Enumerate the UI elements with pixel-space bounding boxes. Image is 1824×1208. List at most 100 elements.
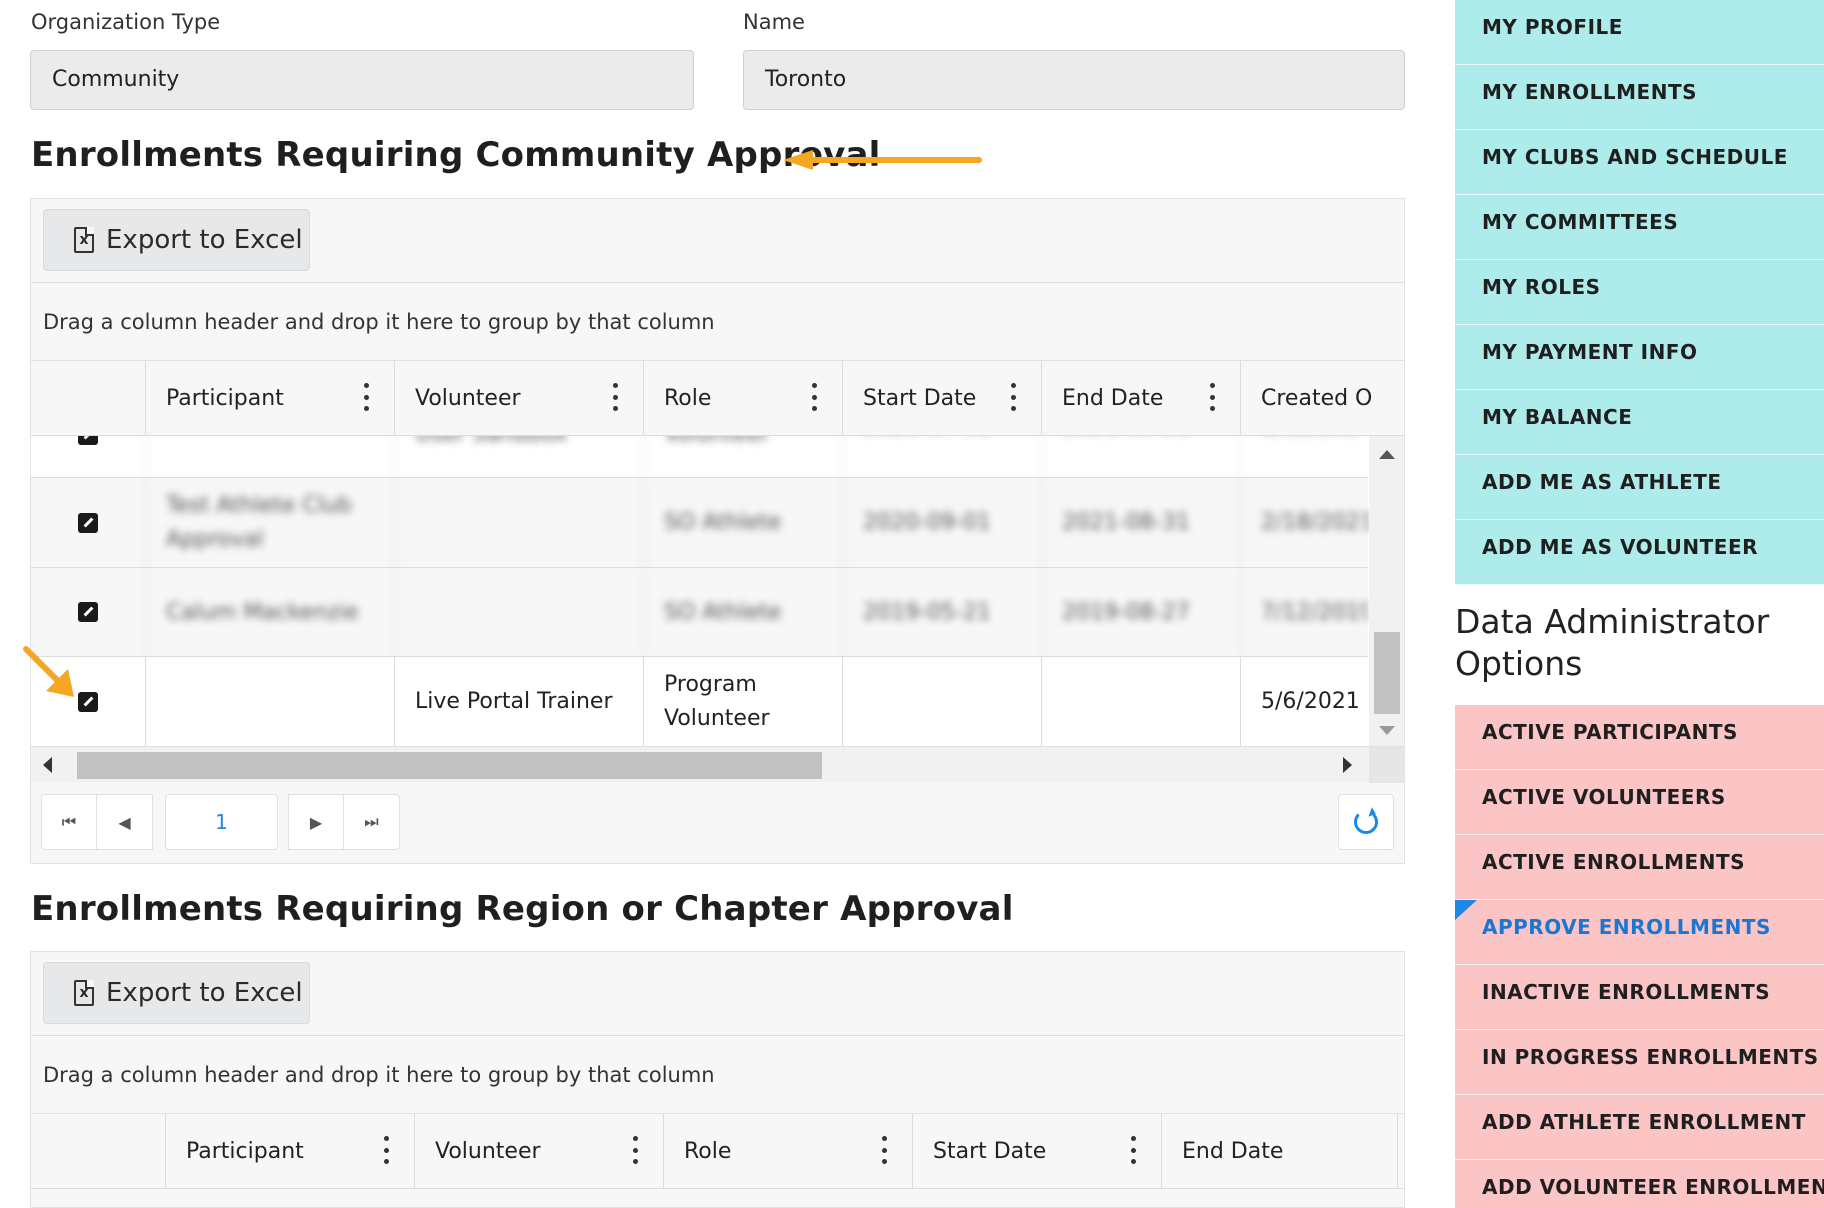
cell-created-on: 2/18/2021 <box>1240 478 1368 567</box>
cell-participant <box>145 436 394 477</box>
header-label: Volunteer <box>435 1139 541 1164</box>
sidebar-item-my-committees[interactable]: MY COMMITTEES <box>1455 195 1824 260</box>
scroll-right-icon[interactable] <box>1343 757 1352 773</box>
cell-role: Volunteer <box>643 436 842 477</box>
highlight-arrow-icon <box>783 150 982 170</box>
sidebar-item-add-me-as-volunteer[interactable]: ADD ME AS VOLUNTEER <box>1455 520 1824 585</box>
cell-participant: Calum Mackenzie <box>145 568 394 656</box>
header-volunteer[interactable]: Volunteer <box>394 361 643 436</box>
vertical-scrollbar[interactable] <box>1369 436 1404 746</box>
horizontal-scrollbar[interactable] <box>31 746 1404 783</box>
header-role[interactable]: Role <box>663 1114 912 1189</box>
cell-volunteer <box>394 568 643 656</box>
scroll-corner <box>1369 747 1404 783</box>
edit-icon[interactable] <box>78 602 98 622</box>
sidebar-item-inactive-enrollments[interactable]: INACTIVE ENROLLMENTS <box>1455 965 1824 1030</box>
grid-header-row: Participant Volunteer Role Start Date En… <box>31 361 1404 436</box>
column-menu-icon[interactable] <box>1131 1136 1137 1164</box>
header-label: Role <box>684 1139 732 1164</box>
page-number-button[interactable]: 1 <box>165 794 278 850</box>
sidebar-item-approve-enrollments[interactable]: APPROVE ENROLLMENTS <box>1455 900 1824 965</box>
section-title-region-approval: Enrollments Requiring Region or Chapter … <box>31 889 1014 929</box>
sidebar-item-active-enrollments[interactable]: ACTIVE ENROLLMENTS <box>1455 835 1824 900</box>
excel-file-icon: x <box>74 980 94 1006</box>
sidebar-item-my-profile[interactable]: MY PROFILE <box>1455 0 1824 65</box>
first-page-button[interactable]: ⏮ <box>41 794 97 850</box>
sidebar-item-label: MY ENROLLMENTS <box>1482 80 1697 104</box>
cell-created-on: 7/12/2019 <box>1240 568 1368 656</box>
table-row[interactable]: Live Portal Trainer Program Volunteer 5/… <box>31 657 1368 746</box>
prev-page-button[interactable]: ◀ <box>97 794 153 850</box>
refresh-button[interactable] <box>1338 794 1394 850</box>
cell-start-date: 2020-07-01 <box>842 436 1041 477</box>
cell-role-line: Program <box>664 671 757 697</box>
header-participant[interactable]: Participant <box>145 361 394 436</box>
sidebar-item-in-progress-enrollments[interactable]: IN PROGRESS ENROLLMENTS <box>1455 1030 1824 1095</box>
cell-start-date: 2020-09-01 <box>842 478 1041 567</box>
highlight-arrow-icon <box>23 646 74 697</box>
header-label: Start Date <box>863 386 977 411</box>
column-menu-icon[interactable] <box>812 383 818 411</box>
cell-volunteer: User Sandbox <box>394 436 643 477</box>
sidebar-item-add-volunteer-enrollment[interactable]: ADD VOLUNTEER ENROLLMENT <box>1455 1160 1824 1208</box>
name-field[interactable]: Toronto <box>743 50 1405 110</box>
export-label: Export to Excel <box>106 225 303 255</box>
region-approval-grid: x Export to Excel Drag a column header a… <box>30 951 1405 1208</box>
scroll-up-icon[interactable] <box>1379 450 1395 459</box>
group-by-drop-zone[interactable]: Drag a column header and drop it here to… <box>31 283 1404 361</box>
next-page-button[interactable]: ▶ <box>288 794 344 850</box>
header-end-date[interactable]: End Date <box>1041 361 1240 436</box>
row-edit-cell <box>31 436 145 477</box>
cell-role: SO Athlete <box>643 568 842 656</box>
sidebar-item-my-clubs-and-schedule[interactable]: MY CLUBS AND SCHEDULE <box>1455 130 1824 195</box>
export-to-excel-button[interactable]: x Export to Excel <box>43 209 310 271</box>
sidebar-item-my-roles[interactable]: MY ROLES <box>1455 260 1824 325</box>
sidebar-item-my-enrollments[interactable]: MY ENROLLMENTS <box>1455 65 1824 130</box>
sidebar-item-add-me-as-athlete[interactable]: ADD ME AS ATHLETE <box>1455 455 1824 520</box>
header-label: End Date <box>1062 386 1164 411</box>
sidebar-item-label: ADD ME AS ATHLETE <box>1482 470 1722 494</box>
header-role[interactable]: Role <box>643 361 842 436</box>
header-end-date[interactable]: End Date <box>1161 1114 1398 1189</box>
org-type-field[interactable]: Community <box>30 50 694 110</box>
cell-created-on: 5/6/2021 1 <box>1240 657 1368 746</box>
scroll-down-icon[interactable] <box>1379 726 1395 735</box>
header-created-on[interactable]: Created O <box>1240 361 1406 436</box>
header-participant[interactable]: Participant <box>165 1114 414 1189</box>
header-volunteer[interactable]: Volunteer <box>414 1114 663 1189</box>
edit-icon[interactable] <box>78 512 98 533</box>
export-to-excel-button[interactable]: x Export to Excel <box>43 962 310 1024</box>
header-label: Role <box>664 386 712 411</box>
group-by-drop-zone[interactable]: Drag a column header and drop it here to… <box>31 1036 1404 1114</box>
column-menu-icon[interactable] <box>633 1136 639 1164</box>
sidebar-item-active-volunteers[interactable]: ACTIVE VOLUNTEERS <box>1455 770 1824 835</box>
sidebar-item-my-payment-info[interactable]: MY PAYMENT INFO <box>1455 325 1824 390</box>
last-page-button[interactable]: ⏭ <box>344 794 400 850</box>
column-menu-icon[interactable] <box>364 383 370 411</box>
scroll-left-icon[interactable] <box>43 757 52 773</box>
vertical-scroll-thumb[interactable] <box>1374 632 1400 714</box>
column-menu-icon[interactable] <box>1011 383 1017 411</box>
cell-start-date <box>842 657 1041 746</box>
sidebar-item-my-balance[interactable]: MY BALANCE <box>1455 390 1824 455</box>
header-label: Participant <box>186 1139 304 1164</box>
sidebar-item-label: ACTIVE PARTICIPANTS <box>1482 720 1738 744</box>
sidebar-item-label: ADD ME AS VOLUNTEER <box>1482 535 1759 559</box>
header-start-date[interactable]: Start Date <box>842 361 1041 436</box>
cell-start-date: 2019-05-21 <box>842 568 1041 656</box>
excel-file-icon: x <box>74 227 94 253</box>
pager: ⏮ ◀ 1 ▶ ⏭ <box>31 782 1404 860</box>
edit-icon[interactable] <box>78 436 98 445</box>
table-row[interactable]: Test Athlete Club Approval SO Athlete 20… <box>31 478 1368 568</box>
horizontal-scroll-thumb[interactable] <box>77 752 822 779</box>
table-row[interactable]: User Sandbox Volunteer 2020-07-01 2021-0… <box>31 436 1368 478</box>
table-row[interactable]: Calum Mackenzie SO Athlete 2019-05-21 20… <box>31 568 1368 657</box>
column-menu-icon[interactable] <box>613 383 619 411</box>
sidebar-item-active-participants[interactable]: ACTIVE PARTICIPANTS <box>1455 705 1824 770</box>
column-menu-icon[interactable] <box>1210 383 1216 411</box>
column-menu-icon[interactable] <box>384 1136 390 1164</box>
sidebar-item-add-athlete-enrollment[interactable]: ADD ATHLETE ENROLLMENT <box>1455 1095 1824 1160</box>
header-start-date[interactable]: Start Date <box>912 1114 1161 1189</box>
first-page-icon: ⏮ <box>61 812 77 831</box>
column-menu-icon[interactable] <box>882 1136 888 1164</box>
